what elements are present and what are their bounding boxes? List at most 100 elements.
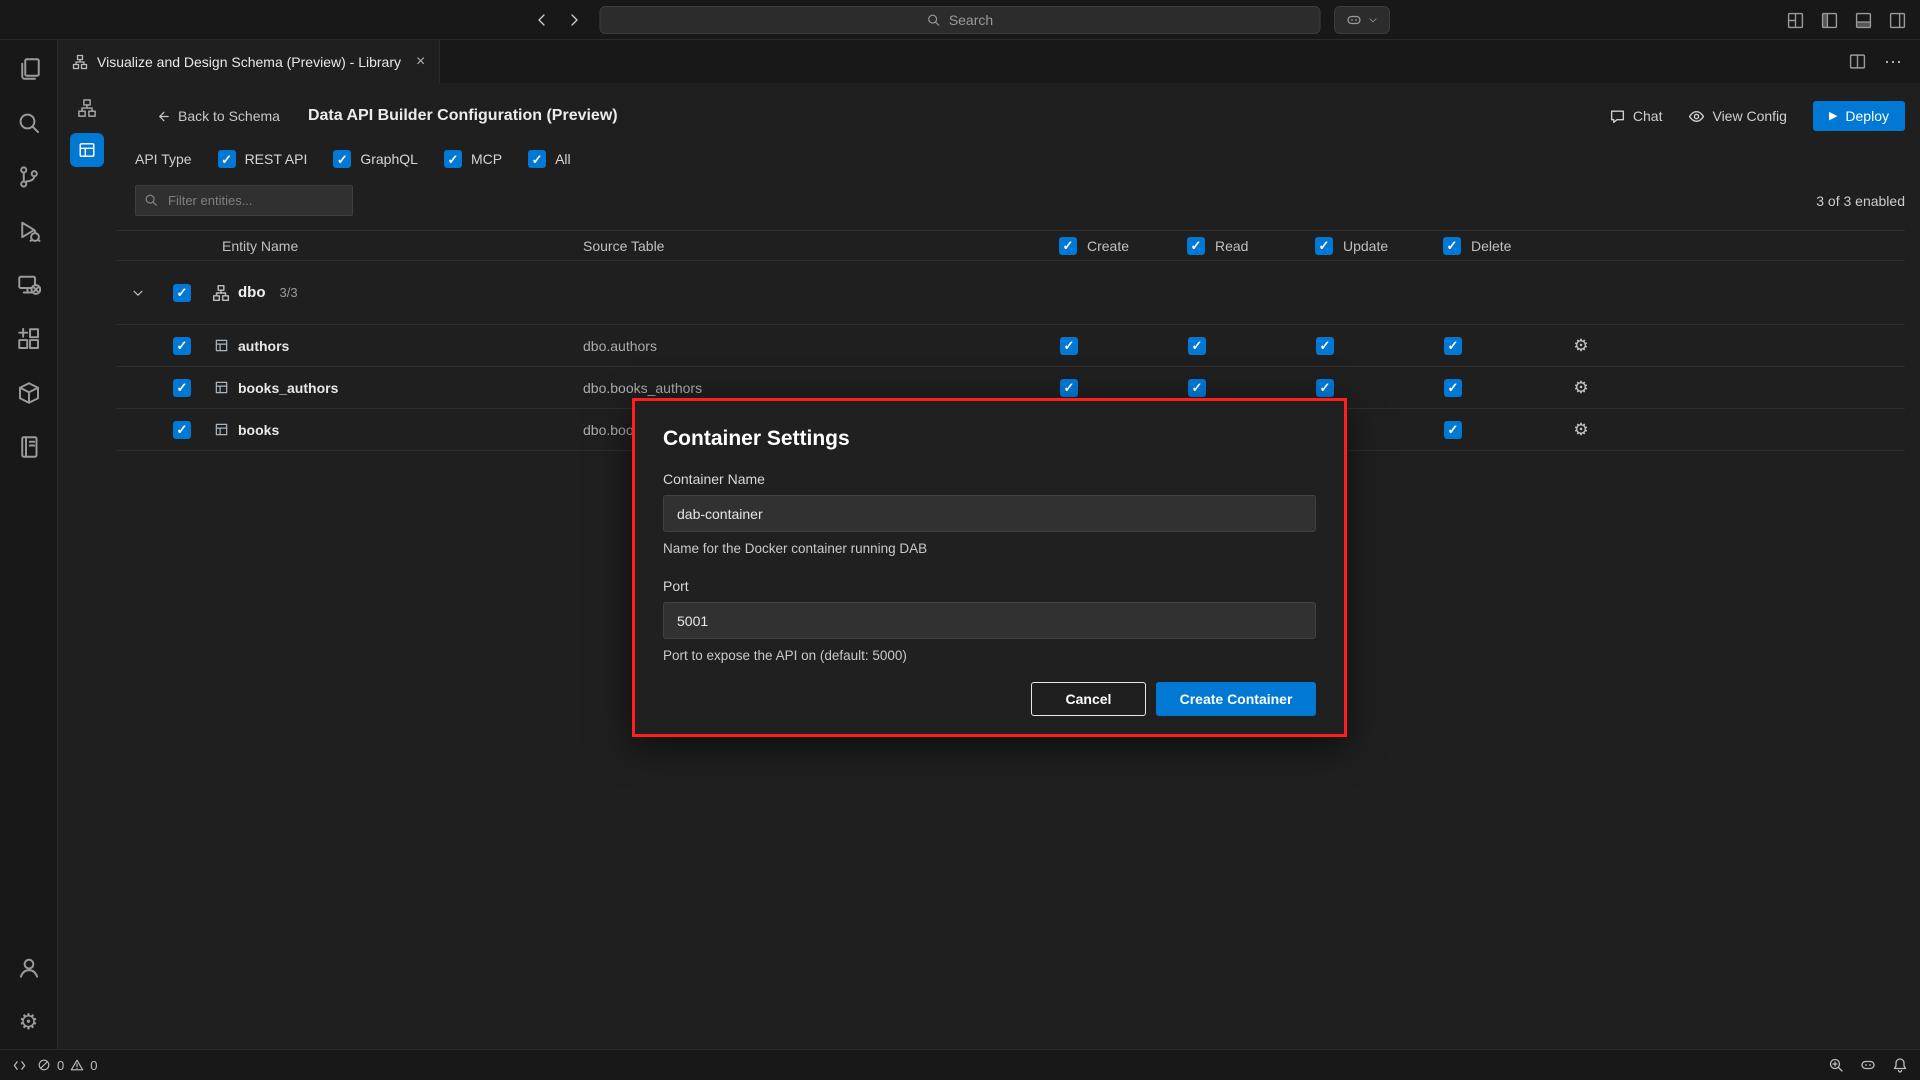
tab-visualize-schema[interactable]: Visualize and Design Schema (Preview) - …: [58, 40, 440, 83]
vscode-window: Search: [0, 0, 1920, 1080]
graphql-label: GraphQL: [360, 151, 418, 167]
search-label: Search: [949, 12, 993, 28]
row-checkbox[interactable]: [173, 421, 191, 439]
customize-layout-icon[interactable]: [1787, 12, 1804, 29]
close-icon[interactable]: ×: [416, 53, 425, 71]
update-all-checkbox[interactable]: [1315, 237, 1333, 255]
run-debug-icon[interactable]: [12, 214, 46, 248]
col-update: Update: [1343, 238, 1388, 254]
schema-group-row[interactable]: dbo 3/3: [116, 261, 1905, 325]
create-all-checkbox[interactable]: [1059, 237, 1077, 255]
designer-rail: [58, 83, 116, 1049]
view-config-button[interactable]: View Config: [1688, 108, 1786, 125]
deploy-button[interactable]: ▶ Deploy: [1813, 101, 1905, 131]
delete-checkbox[interactable]: [1444, 421, 1462, 439]
all-checkbox[interactable]: [528, 150, 546, 168]
search-icon: [927, 13, 941, 27]
errors-count: 0: [57, 1058, 64, 1073]
delete-checkbox[interactable]: [1444, 337, 1462, 355]
explorer-icon[interactable]: [12, 52, 46, 86]
port-input[interactable]: [663, 602, 1316, 639]
row-checkbox[interactable]: [173, 379, 191, 397]
extensions-icon[interactable]: [12, 322, 46, 356]
create-checkbox[interactable]: [1060, 337, 1078, 355]
table-row[interactable]: authors dbo.authors ⚙: [116, 325, 1905, 367]
search-sidebar-icon[interactable]: [12, 106, 46, 140]
delete-all-checkbox[interactable]: [1443, 237, 1461, 255]
warnings-icon: [70, 1058, 84, 1072]
toggle-primary-sidebar-icon[interactable]: [1821, 12, 1838, 29]
back-to-schema-label: Back to Schema: [178, 108, 280, 124]
toggle-panel-icon[interactable]: [1855, 12, 1872, 29]
copilot-status-icon[interactable]: [1860, 1057, 1876, 1073]
rest-api-checkbox[interactable]: [218, 150, 236, 168]
col-create: Create: [1087, 238, 1129, 254]
schema-designer-tab-icon: [72, 54, 88, 70]
back-to-schema-link[interactable]: Back to Schema: [155, 108, 280, 124]
read-checkbox[interactable]: [1188, 337, 1206, 355]
update-checkbox[interactable]: [1316, 337, 1334, 355]
problems-indicator[interactable]: 0 0: [37, 1058, 97, 1073]
page-title: Data API Builder Configuration (Preview): [308, 107, 618, 125]
row-settings-icon[interactable]: ⚙: [1517, 336, 1645, 356]
source-control-icon[interactable]: [12, 160, 46, 194]
row-checkbox[interactable]: [173, 337, 191, 355]
group-name: dbo: [238, 284, 266, 301]
zoom-icon[interactable]: [1828, 1057, 1844, 1073]
notifications-bell-icon[interactable]: [1892, 1057, 1908, 1073]
remote-indicator-icon[interactable]: [12, 1058, 27, 1073]
col-entity-name: Entity Name: [116, 238, 583, 254]
read-checkbox[interactable]: [1188, 379, 1206, 397]
container-name-input[interactable]: [663, 495, 1316, 532]
container-name-label: Container Name: [663, 471, 1316, 487]
row-settings-icon[interactable]: ⚙: [1517, 420, 1645, 440]
back-icon[interactable]: [534, 12, 550, 28]
database-projects-icon[interactable]: [12, 376, 46, 410]
table-header-row: Entity Name Source Table Create Read Upd…: [116, 230, 1905, 261]
entity-name: authors: [238, 338, 583, 354]
graphql-checkbox-option[interactable]: GraphQL: [333, 150, 418, 168]
forward-icon[interactable]: [566, 12, 582, 28]
notebook-icon[interactable]: [12, 430, 46, 464]
account-icon[interactable]: [12, 951, 46, 985]
mcp-checkbox[interactable]: [444, 150, 462, 168]
copilot-dropdown-button[interactable]: [1334, 6, 1390, 34]
all-checkbox-option[interactable]: All: [528, 150, 571, 168]
delete-checkbox[interactable]: [1444, 379, 1462, 397]
toggle-secondary-sidebar-icon[interactable]: [1889, 12, 1906, 29]
title-bar: Search: [0, 0, 1920, 40]
rest-api-checkbox-option[interactable]: REST API: [218, 150, 308, 168]
chevron-down-icon: [1368, 15, 1378, 25]
container-settings-dialog: Container Settings Container Name Name f…: [632, 398, 1347, 737]
filter-search-icon: [144, 193, 158, 207]
chat-label: Chat: [1633, 108, 1663, 124]
filter-entities-input[interactable]: [135, 185, 353, 216]
row-settings-icon[interactable]: ⚙: [1517, 378, 1645, 398]
dab-config-view-icon[interactable]: [70, 133, 104, 167]
table-icon: [204, 338, 238, 353]
tab-label: Visualize and Design Schema (Preview) - …: [97, 54, 401, 70]
activity-bar: ⚙: [0, 40, 58, 1049]
mcp-checkbox-option[interactable]: MCP: [444, 150, 502, 168]
collapse-chevron-icon[interactable]: [116, 286, 160, 300]
read-all-checkbox[interactable]: [1187, 237, 1205, 255]
entity-name: books: [238, 422, 583, 438]
more-actions-icon[interactable]: ⋯: [1884, 53, 1902, 71]
update-checkbox[interactable]: [1316, 379, 1334, 397]
search-command-center[interactable]: Search: [600, 6, 1321, 34]
create-checkbox[interactable]: [1060, 379, 1078, 397]
create-container-button[interactable]: Create Container: [1156, 682, 1316, 716]
graphql-checkbox[interactable]: [333, 150, 351, 168]
chat-button[interactable]: Chat: [1609, 108, 1663, 125]
group-checkbox[interactable]: [173, 284, 191, 302]
group-count: 3/3: [280, 285, 298, 300]
cancel-button[interactable]: Cancel: [1031, 682, 1146, 716]
api-type-label: API Type: [135, 151, 192, 167]
tab-bar: Visualize and Design Schema (Preview) - …: [58, 40, 1920, 83]
schema-view-icon[interactable]: [70, 91, 104, 125]
settings-gear-icon[interactable]: ⚙: [12, 1005, 46, 1039]
remote-explorer-icon[interactable]: [12, 268, 46, 302]
split-editor-icon[interactable]: [1849, 53, 1866, 70]
deploy-label: Deploy: [1845, 108, 1889, 124]
warnings-count: 0: [90, 1058, 97, 1073]
